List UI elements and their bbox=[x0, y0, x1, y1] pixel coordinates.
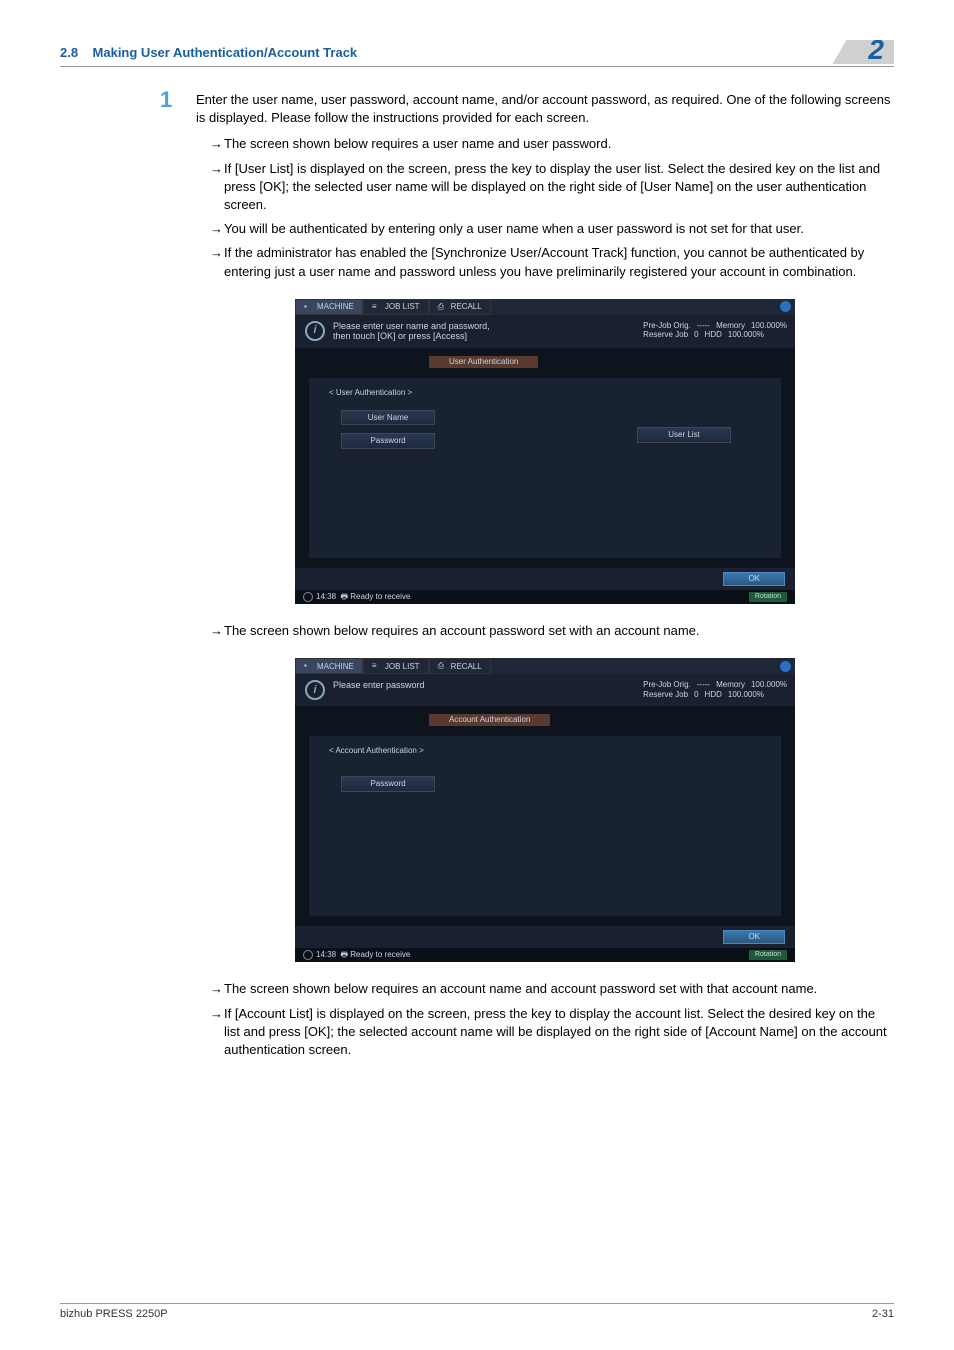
status-panel: Pre-Job Orig.-----Memory100.000% Reserve… bbox=[643, 321, 787, 340]
footer-page: 2-31 bbox=[872, 1308, 894, 1320]
status-text: Ready to receive bbox=[350, 950, 410, 960]
arrow-icon: → bbox=[210, 135, 224, 153]
section-heading: 2.8 Making User Authentication/Account T… bbox=[60, 45, 832, 60]
recall-icon: ⎙ bbox=[438, 661, 448, 671]
tab-joblist[interactable]: ≡JOB LIST bbox=[363, 299, 429, 315]
user-name-button[interactable]: User Name bbox=[341, 410, 435, 426]
arrow-icon: → bbox=[210, 622, 224, 640]
chapter-number: 2 bbox=[832, 40, 894, 64]
list-icon: ≡ bbox=[372, 302, 382, 312]
password-button[interactable]: Password bbox=[341, 433, 435, 449]
info-icon: i bbox=[305, 321, 325, 341]
info-message: Please enter password bbox=[333, 680, 425, 700]
section-label: < User Authentication > bbox=[329, 388, 761, 398]
footer-model: bizhub PRESS 2250P bbox=[60, 1308, 872, 1320]
recall-icon: ⎙ bbox=[438, 302, 448, 312]
printer-icon: 🖶 bbox=[340, 592, 348, 602]
page-header: 2.8 Making User Authentication/Account T… bbox=[60, 40, 894, 67]
rotation-button[interactable]: Rotation bbox=[749, 592, 787, 602]
tab-joblist[interactable]: ≡JOB LIST bbox=[363, 658, 429, 674]
tab-machine[interactable]: ▪MACHINE bbox=[295, 658, 363, 674]
arrow-icon: → bbox=[210, 244, 224, 262]
rotation-button[interactable]: Rotation bbox=[749, 950, 787, 960]
machine-icon: ▪ bbox=[304, 302, 314, 312]
step-number: 1 bbox=[160, 87, 196, 127]
list-icon: ≡ bbox=[372, 661, 382, 671]
tab-recall[interactable]: ⎙RECALL bbox=[429, 299, 491, 315]
tab-account-auth[interactable]: Account Authentication bbox=[429, 714, 550, 726]
tab-user-auth[interactable]: User Authentication bbox=[429, 356, 538, 368]
help-icon[interactable] bbox=[780, 661, 791, 672]
section-title: Making User Authentication/Account Track bbox=[93, 45, 358, 60]
step-text: Enter the user name, user password, acco… bbox=[196, 91, 894, 127]
arrow-icon: → bbox=[210, 1005, 224, 1023]
screenshot-account-auth: ▪MACHINE ≡JOB LIST ⎙RECALL i Please ente… bbox=[295, 658, 795, 962]
page-footer: bizhub PRESS 2250P 2-31 bbox=[60, 1303, 894, 1320]
tab-machine[interactable]: ▪MACHINE bbox=[295, 299, 363, 315]
printer-icon: 🖶 bbox=[340, 950, 348, 960]
clock-icon bbox=[303, 950, 313, 960]
bullet-item: →The screen shown below requires an acco… bbox=[210, 980, 894, 998]
arrow-icon: → bbox=[210, 980, 224, 998]
time-label: 14:38 bbox=[316, 592, 336, 602]
tab-recall[interactable]: ⎙RECALL bbox=[429, 658, 491, 674]
password-button[interactable]: Password bbox=[341, 776, 435, 792]
clock-icon bbox=[303, 592, 313, 602]
info-icon: i bbox=[305, 680, 325, 700]
time-label: 14:38 bbox=[316, 950, 336, 960]
bullet-item: →You will be authenticated by entering o… bbox=[210, 220, 894, 238]
arrow-icon: → bbox=[210, 160, 224, 178]
section-number: 2.8 bbox=[60, 45, 78, 60]
section-label: < Account Authentication > bbox=[329, 746, 761, 756]
user-list-button[interactable]: User List bbox=[637, 427, 731, 443]
step: 1 Enter the user name, user password, ac… bbox=[160, 91, 894, 127]
bullet-item: →If [User List] is displayed on the scre… bbox=[210, 160, 894, 215]
machine-icon: ▪ bbox=[304, 661, 314, 671]
status-panel: Pre-Job Orig.-----Memory100.000% Reserve… bbox=[643, 680, 787, 699]
info-message: Please enter user name and password, the… bbox=[333, 321, 490, 343]
bullet-item: →The screen shown below requires a user … bbox=[210, 135, 894, 153]
bullet-item: →The screen shown below requires an acco… bbox=[210, 622, 894, 640]
bullet-item: →If the administrator has enabled the [S… bbox=[210, 244, 894, 280]
screenshot-user-auth: ▪MACHINE ≡JOB LIST ⎙RECALL i Please ente… bbox=[295, 299, 795, 605]
ok-button[interactable]: OK bbox=[723, 572, 785, 586]
help-icon[interactable] bbox=[780, 301, 791, 312]
bullet-item: →If [Account List] is displayed on the s… bbox=[210, 1005, 894, 1060]
ok-button[interactable]: OK bbox=[723, 930, 785, 944]
arrow-icon: → bbox=[210, 220, 224, 238]
status-text: Ready to receive bbox=[350, 592, 410, 602]
